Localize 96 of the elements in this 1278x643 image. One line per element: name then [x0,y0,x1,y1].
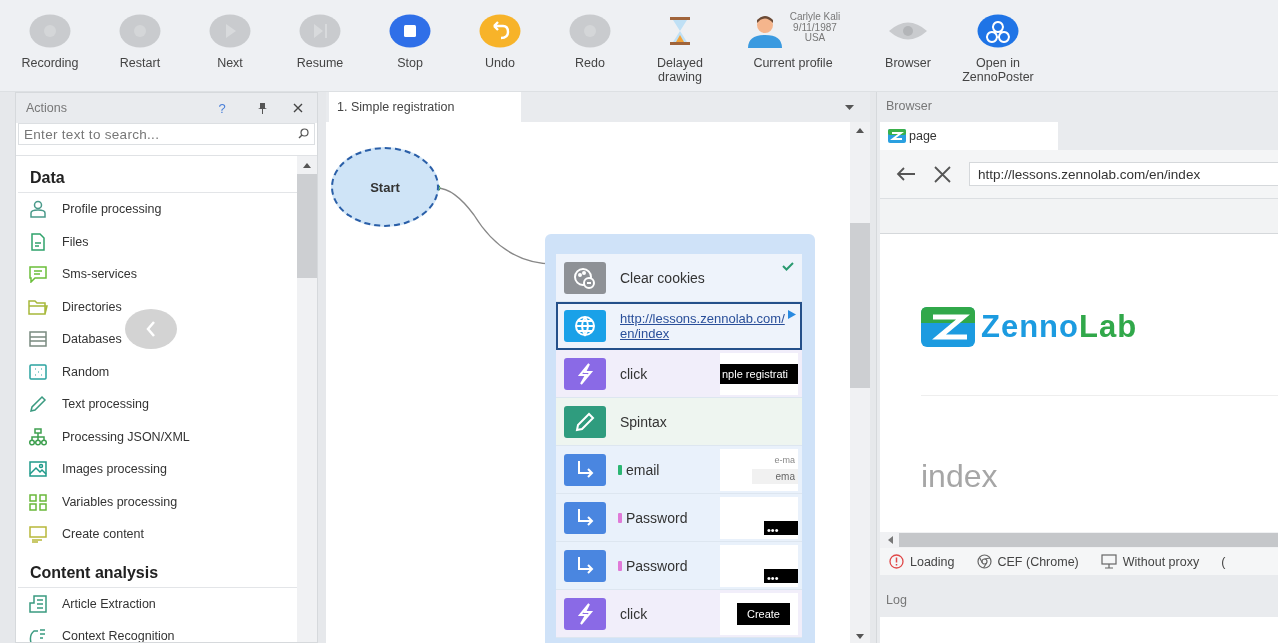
action-list-item[interactable]: Context Recognition [18,620,297,642]
action-block[interactable]: http://lessons.zennolab.com/en/index [556,302,802,350]
action-list-item[interactable]: Databases [18,323,297,356]
thumbnail-text: e-ma [774,455,796,465]
toolbar-button[interactable]: Carlyle Kali 9/11/1987 USA Current profile [723,10,863,70]
grid-icon [28,492,48,511]
profile-icon [28,200,48,219]
dropdown-caret-icon[interactable] [845,104,854,110]
action-list-item[interactable]: Variables processing [18,485,297,518]
action-label: Clear cookies [620,269,706,286]
thumbnail-text: ••• [764,520,798,535]
action-list-item[interactable]: Article Extraction [18,587,297,620]
folder-icon [28,297,48,316]
action-block[interactable]: Password ••• [556,542,802,590]
scroll-down-icon[interactable] [856,634,864,639]
action-list-item[interactable]: Random [18,355,297,388]
action-label: Password [626,557,689,574]
status-text: Without proxy [1122,554,1200,569]
pencil-icon [28,395,48,414]
action-label: Password [626,509,689,526]
article-icon [28,594,48,613]
action-block[interactable]: Password ••• [556,494,802,542]
monitor-icon [1100,554,1117,569]
action-list-item[interactable]: Directories [18,290,297,323]
action-list-item[interactable]: Files [18,225,297,258]
scroll-left-icon[interactable] [888,536,893,544]
stop-icon [389,14,431,48]
action-label: click [620,365,649,382]
status-text: CEF (Chrome) [997,554,1079,569]
scroll-up-icon[interactable] [856,128,864,133]
sms-icon [28,265,48,284]
chrome-icon [976,554,992,569]
toolbar-button[interactable]: Open in ZennoPoster [953,10,1043,84]
toolbar-button[interactable]: Undo [455,10,545,70]
action-list-item[interactable]: Text processing [18,388,297,421]
action-label: Spintax [620,413,668,430]
action-list-item[interactable]: Profile processing [18,193,297,226]
search-field[interactable]: Enter text to search... [18,123,315,145]
action-list-item[interactable]: Create content [18,518,297,551]
back-arrow-icon[interactable] [896,166,916,182]
scrollbar[interactable] [850,122,870,643]
action-block[interactable]: Spintax [556,398,802,446]
close-icon[interactable] [293,103,303,113]
scroll-thumb[interactable] [297,174,317,278]
close-icon[interactable] [934,165,951,183]
action-block[interactable]: Clear cookies [556,254,802,302]
hourglass-icon [669,16,691,46]
search-icon [298,128,309,139]
browser-tab[interactable]: page [880,122,1058,150]
file-icon [28,232,48,251]
undo-icon [479,14,521,48]
chevron-left-icon [146,321,156,337]
person-avatar-icon [745,14,784,48]
open-icon [977,14,1019,48]
logo-icon [921,307,975,347]
thumbnail-text: ema [752,469,798,484]
action-label: click [620,605,649,622]
thumbnail-text: ••• [764,568,798,583]
image-icon [28,460,48,479]
action-label: email [626,461,661,478]
profile-info: Carlyle Kali 9/11/1987 USA [789,12,841,44]
logo-icon [888,129,906,143]
page-heading: index [921,458,999,495]
eye-icon [888,20,928,42]
url-field[interactable]: http://lessons.zennolab.com/en/index [969,162,1278,186]
scroll-up-icon[interactable] [303,163,311,168]
next-icon [209,14,251,48]
url-link[interactable]: http://lessons.zennolab.com/en/index [620,311,786,341]
toolbar-button[interactable]: Stop [365,10,455,70]
scrollbar[interactable] [880,532,1278,548]
thumbnail-text: nple registrati [720,363,798,384]
warning-icon [889,554,904,569]
resume-icon [299,14,341,48]
action-block[interactable]: click Create [556,590,802,638]
action-block[interactable]: click nple registrati [556,350,802,398]
scrollbar[interactable] [297,156,317,642]
tree-icon [28,427,48,446]
action-list-item[interactable]: Images processing [18,453,297,486]
status-text: ( [1221,554,1226,569]
random-icon [28,362,48,381]
toolbar-button[interactable]: Delayed drawing [635,10,725,84]
action-list-item[interactable]: Sms-services [18,258,297,291]
action-list-item[interactable]: Processing JSON/XML [18,420,297,453]
start-node[interactable]: Start [331,147,439,227]
panel-title: Actions [26,101,68,115]
panel-title: Browser [886,99,932,113]
action-block[interactable]: email e-ma ema [556,446,802,494]
logo-wordmark: ZennoLab [981,309,1138,345]
thumbnail-text: Create [736,602,790,625]
status-text: Loading [910,554,955,569]
scroll-thumb[interactable] [899,533,1278,547]
editor-tab[interactable]: 1. Simple registration [329,92,521,122]
pin-icon[interactable] [258,102,267,114]
panel-title: Log [886,593,907,607]
database-icon [28,330,48,349]
scroll-thumb[interactable] [850,223,870,388]
